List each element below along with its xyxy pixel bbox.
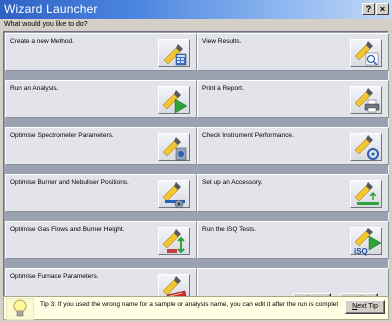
view-results-icon: [350, 39, 382, 67]
tile-label: Run an Analysis.: [10, 85, 59, 92]
tile-check-performance[interactable]: Check Instrument Performance.: [197, 127, 389, 165]
tile-print-report[interactable]: Print a Report.: [197, 80, 389, 118]
tile-optimise-burner[interactable]: Optimise Burner and Nebuliser Positions.: [5, 174, 197, 212]
prompt-label: What would you like to do?: [4, 21, 88, 28]
instrument-performance-icon: [350, 133, 382, 161]
tile-optimise-gas-flows[interactable]: Optimise Gas Flows and Burner Height.: [5, 221, 197, 259]
lightbulb-icon: [5, 297, 35, 321]
tile-optimise-spectrometer[interactable]: Optimise Spectrometer Parameters.: [5, 127, 197, 165]
tile-label: Optimise Furnace Parameters.: [10, 273, 99, 280]
gas-flow-icon: [158, 227, 190, 255]
new-method-icon: [158, 39, 190, 67]
title-help-button[interactable]: ?: [362, 3, 375, 15]
tile-label: Optimise Spectrometer Parameters.: [10, 132, 114, 139]
tile-label: Optimise Burner and Nebuliser Positions.: [10, 179, 129, 186]
tile-label: Run the iSQ Tests.: [202, 226, 257, 233]
tile-setup-accessory[interactable]: Set up an Accessory.: [197, 174, 389, 212]
spectrometer-icon: [158, 133, 190, 161]
isq-badge: iSQ: [354, 247, 368, 256]
run-analysis-icon: [158, 86, 190, 114]
wizard-launcher-window: Wizard Launcher ? × What would you like …: [0, 0, 392, 322]
tip-text: Tip 3: If you used the wrong name for a …: [40, 301, 338, 308]
tile-label: Print a Report.: [202, 85, 244, 92]
tile-label: Create a new Method.: [10, 38, 74, 45]
title-close-button[interactable]: ×: [376, 3, 389, 15]
print-report-icon: [350, 86, 382, 114]
tile-view-results[interactable]: View Results.: [197, 33, 389, 71]
next-tip-label: ext Tip: [357, 303, 378, 310]
accessory-icon: [350, 180, 382, 208]
tile-label: Set up an Accessory.: [202, 179, 263, 186]
tile-isq-tests[interactable]: Run the iSQ Tests. iSQ: [197, 221, 389, 259]
wizard-grid: Create a new Method. Run an Analysis. Op…: [3, 31, 389, 312]
burner-nebuliser-icon: [158, 180, 190, 209]
tile-run-analysis[interactable]: Run an Analysis.: [5, 80, 197, 118]
tile-label: View Results.: [202, 38, 242, 45]
title-bar[interactable]: Wizard Launcher ? ×: [0, 0, 392, 19]
tile-label: Check Instrument Performance.: [202, 132, 294, 139]
tile-label: Optimise Gas Flows and Burner Height.: [10, 226, 125, 233]
isq-tests-icon: iSQ: [350, 227, 382, 256]
tile-create-method[interactable]: Create a new Method.: [5, 33, 197, 71]
tip-bar: Tip 3: If you used the wrong name for a …: [3, 296, 389, 321]
next-tip-button[interactable]: Next Tip: [345, 300, 385, 314]
window-title: Wizard Launcher: [4, 2, 98, 16]
